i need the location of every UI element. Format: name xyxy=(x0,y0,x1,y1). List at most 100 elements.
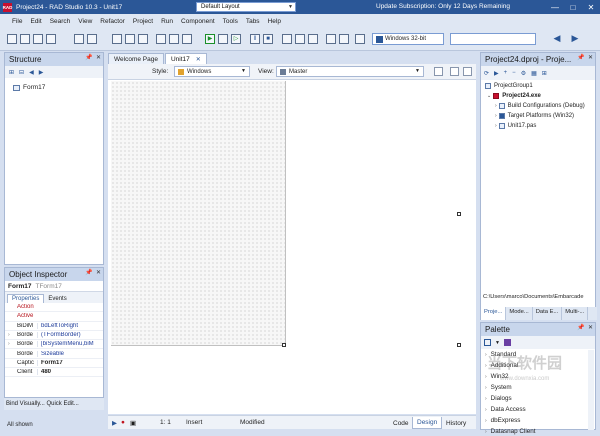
menu-refactor[interactable]: Refactor xyxy=(100,18,125,25)
chevron-down-icon[interactable]: ▼ xyxy=(495,340,500,346)
pause-icon[interactable]: ‖ xyxy=(250,34,260,44)
close-icon[interactable]: ✕ xyxy=(96,269,101,276)
palette-category[interactable]: › System xyxy=(481,382,595,393)
pin-icon[interactable]: 📌 xyxy=(85,54,92,61)
save-all-icon[interactable] xyxy=(112,34,122,44)
tree-target-platforms[interactable]: › Target Platforms (Win32) xyxy=(495,113,574,119)
close-icon[interactable]: ✕ xyxy=(582,0,600,14)
tree-unit17[interactable]: › Unit17.pas xyxy=(495,123,536,129)
property-row[interactable]: › Borde (TFormBorder) xyxy=(5,331,103,341)
property-value[interactable]: [biSystemMenu,biM xyxy=(37,341,103,348)
layout-combo[interactable]: Default Layout ▼ xyxy=(196,2,296,12)
collapse-icon[interactable]: ⊟ xyxy=(19,69,24,76)
remove-view-icon[interactable] xyxy=(463,67,472,76)
pin-icon[interactable]: 📌 xyxy=(577,324,584,331)
pin-icon[interactable]: 📌 xyxy=(85,269,92,276)
save-icon[interactable] xyxy=(46,34,56,44)
expand-icon[interactable]: ⊞ xyxy=(9,69,14,76)
tab-events[interactable]: Events xyxy=(44,295,70,303)
property-value[interactable]: (TFormBorder) xyxy=(37,332,103,339)
add-file-icon[interactable] xyxy=(138,34,148,44)
add-view-icon[interactable] xyxy=(450,67,459,76)
view-icon[interactable]: ▦ xyxy=(531,70,537,77)
form-canvas[interactable] xyxy=(111,81,461,346)
macro-play-icon[interactable]: ▶ xyxy=(112,419,117,427)
tab-welcome-page[interactable]: Welcome Page xyxy=(108,53,164,64)
palette-category[interactable]: › dbExpress xyxy=(481,415,595,426)
open-icon[interactable] xyxy=(33,34,43,44)
view-select[interactable]: Master ▼ xyxy=(276,66,424,77)
tab-data-explorer[interactable]: Data E... xyxy=(533,307,563,320)
forward-arrow-icon[interactable]: ▶ xyxy=(570,34,580,44)
view-unit-icon[interactable] xyxy=(182,34,192,44)
close-icon[interactable]: ✕ xyxy=(588,54,593,61)
structure-item-form17[interactable]: Form17 xyxy=(13,84,103,91)
save-project-icon[interactable] xyxy=(125,34,135,44)
tab-multi-device[interactable]: Multi-... xyxy=(562,307,589,320)
tab-properties[interactable]: Properties xyxy=(7,294,45,303)
tab-unit17[interactable]: Unit17 ✕ xyxy=(164,53,207,64)
menu-run[interactable]: Run xyxy=(161,18,173,25)
property-row[interactable]: BiDiM bdLeftToRight xyxy=(5,322,103,331)
resize-handle-bottom[interactable] xyxy=(282,343,286,347)
right-arrow-icon[interactable]: ▶ xyxy=(39,69,44,76)
new-form-icon[interactable] xyxy=(20,34,30,44)
maximize-icon[interactable]: □ xyxy=(564,0,582,14)
view-properties-icon[interactable] xyxy=(434,67,443,76)
new-file-icon[interactable] xyxy=(7,34,17,44)
menu-tools[interactable]: Tools xyxy=(223,18,238,25)
search-icon[interactable] xyxy=(484,339,491,346)
palette-options-icon[interactable] xyxy=(503,339,511,346)
remove-file-icon[interactable] xyxy=(156,34,166,44)
menu-tabs[interactable]: Tabs xyxy=(246,18,260,25)
macro-save-icon[interactable]: ▣ xyxy=(130,419,136,427)
back-arrow-icon[interactable]: ◀ xyxy=(552,34,562,44)
style-select[interactable]: Windows ▼ xyxy=(174,66,250,77)
open-project-icon[interactable] xyxy=(87,34,97,44)
property-value[interactable]: Sizeable xyxy=(37,350,103,357)
minimize-icon[interactable]: — xyxy=(546,0,564,14)
run-options-icon[interactable] xyxy=(218,34,228,44)
chevron-right-icon[interactable]: › xyxy=(8,332,10,338)
menu-file[interactable]: File xyxy=(12,18,22,25)
palette-category[interactable]: › Data Access xyxy=(481,404,595,415)
left-arrow-icon[interactable]: ◀ xyxy=(29,69,34,76)
subscription-notice[interactable]: Update Subscription: Only 12 Days Remain… xyxy=(376,3,510,10)
property-row[interactable]: Borde Sizeable xyxy=(5,349,103,359)
macro-record-icon[interactable]: ● xyxy=(121,419,125,426)
tree-project-exe[interactable]: ⌄ Project24.exe xyxy=(487,93,541,99)
palette-category[interactable]: › Datasnap Client xyxy=(481,426,595,436)
tab-design[interactable]: Design xyxy=(412,417,443,429)
palette-category[interactable]: › Dialogs xyxy=(481,393,595,404)
platform-select[interactable]: Windows 32-bit xyxy=(372,33,444,45)
tab-model[interactable]: Mode... xyxy=(506,307,533,320)
options-icon[interactable]: ⚙ xyxy=(521,70,526,77)
sync-icon[interactable]: ⟳ xyxy=(484,70,489,77)
menu-help[interactable]: Help xyxy=(268,18,281,25)
tab-history[interactable]: History xyxy=(442,417,470,429)
close-icon[interactable]: ✕ xyxy=(588,324,593,331)
new-project-icon[interactable] xyxy=(74,34,84,44)
run-without-debug-icon[interactable]: ▷ xyxy=(231,34,241,44)
property-value[interactable]: 480 xyxy=(37,369,103,376)
device-select[interactable] xyxy=(450,33,536,45)
property-value[interactable]: Form17 xyxy=(37,359,103,366)
deploy-icon[interactable] xyxy=(339,34,349,44)
resize-handle-corner[interactable] xyxy=(457,343,461,347)
trace-into-icon[interactable] xyxy=(295,34,305,44)
object-select[interactable]: Form17 TForm17 xyxy=(5,281,103,292)
trace-to-line-icon[interactable] xyxy=(308,34,318,44)
tab-projects[interactable]: Proje... xyxy=(481,307,507,320)
tree-project-group[interactable]: ProjectGroup1 xyxy=(485,83,533,89)
pin-icon[interactable]: 📌 xyxy=(577,54,584,61)
resize-handle-right[interactable] xyxy=(457,212,461,216)
add-icon[interactable]: + xyxy=(504,70,508,76)
property-value[interactable]: bdLeftToRight xyxy=(37,322,103,329)
toggle-form-icon[interactable] xyxy=(169,34,179,44)
menu-component[interactable]: Component xyxy=(181,18,215,25)
menu-search[interactable]: Search xyxy=(50,18,71,25)
run-icon[interactable]: ▶ xyxy=(205,34,215,44)
menu-edit[interactable]: Edit xyxy=(30,18,41,25)
device-icon[interactable] xyxy=(326,34,336,44)
property-row[interactable]: Action xyxy=(5,303,103,313)
